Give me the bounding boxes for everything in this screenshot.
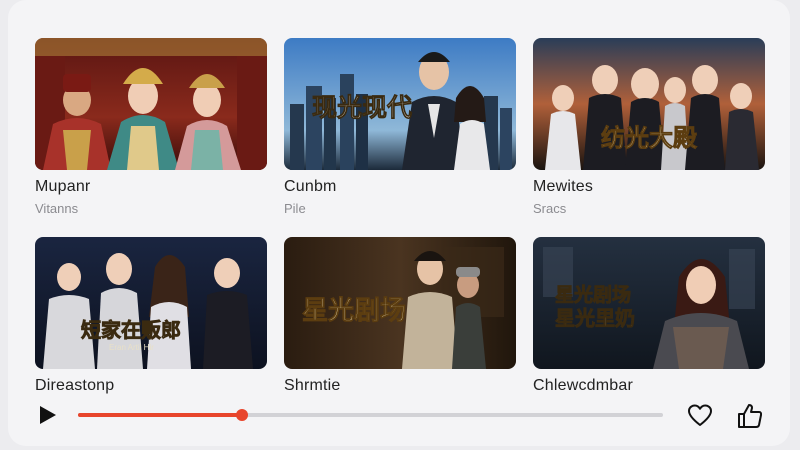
thumbnail-overlay-text: 纺光大殿 [601,123,698,152]
thumbs-up-icon [738,404,763,428]
favorite-button[interactable] [686,402,714,430]
play-button[interactable] [36,404,58,426]
thumbnail-overlay-text: 短家在贩郎 [81,318,181,342]
progress-track[interactable] [78,409,663,421]
thumbnail-overlay-subtext: Eran Artil Hir [109,343,154,352]
video-title[interactable]: Mupanr [35,178,90,196]
video-thumbnail[interactable]: 纺光大殿 [533,38,765,170]
thumbnail-overlay-text: 现光现代 [312,93,412,122]
video-subtitle: Pile [284,201,306,216]
progress-handle[interactable] [235,409,248,421]
progress-fill [78,413,242,417]
video-subtitle: Sracs [533,201,567,216]
heart-icon [688,404,712,426]
video-thumbnail[interactable] [35,38,267,170]
like-button[interactable] [736,402,764,430]
thumbnail-overlay-subtext: 星光里奶 [555,306,635,330]
thumbnail-overlay-text: 星光剧场 [302,296,406,326]
player-bar [0,392,800,440]
video-title[interactable]: Cunbm [284,178,337,196]
video-subtitle: Vitanns [35,201,79,216]
thumbnail-overlay-text: 星光剧场 [555,283,631,306]
play-icon [40,406,56,424]
video-thumbnail[interactable]: 星光剧场 [284,237,516,369]
video-thumbnail[interactable]: 现光现代 [284,38,516,170]
video-thumbnail[interactable]: 星光剧场 星光里奶 [533,237,765,369]
video-thumbnail[interactable]: 短家在贩郎 Eran Artil Hir [35,237,267,369]
video-title[interactable]: Mewites [533,178,593,196]
